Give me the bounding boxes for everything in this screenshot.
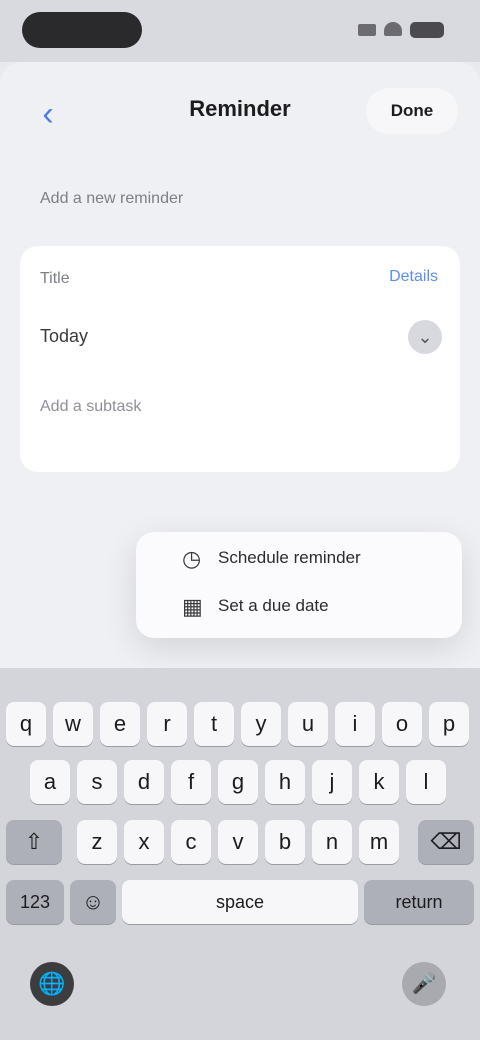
status-bar <box>0 0 480 62</box>
key-l[interactable]: l <box>406 760 446 804</box>
globe-icon[interactable]: 🌐 <box>30 962 74 1006</box>
key-m[interactable]: m <box>359 820 399 864</box>
key-t[interactable]: t <box>194 702 234 746</box>
battery-icon <box>410 22 444 38</box>
space-key[interactable]: space <box>122 880 358 924</box>
key-g[interactable]: g <box>218 760 258 804</box>
key-s[interactable]: s <box>77 760 117 804</box>
calendar-icon: ▦ <box>182 594 203 619</box>
section-label: Add a new reminder <box>40 190 184 207</box>
context-menu: ◷ Schedule reminder ▦ Set a due date <box>136 532 462 638</box>
key-v[interactable]: v <box>218 820 258 864</box>
return-key[interactable]: return <box>364 880 474 924</box>
menu-item-label: Schedule reminder <box>218 548 361 567</box>
key-n[interactable]: n <box>312 820 352 864</box>
microphone-icon[interactable]: 🎤 <box>402 962 446 1006</box>
key-e[interactable]: e <box>100 702 140 746</box>
wifi-icon <box>384 22 402 36</box>
date-row[interactable]: Today ⌄ <box>20 306 460 370</box>
key-k[interactable]: k <box>359 760 399 804</box>
menu-item-label: Set a due date <box>218 596 329 615</box>
signal-icon <box>358 24 376 36</box>
key-u[interactable]: u <box>288 702 328 746</box>
modal-sheet: ‹ Reminder Done Add a new reminder Title… <box>0 62 480 668</box>
key-r[interactable]: r <box>147 702 187 746</box>
key-w[interactable]: w <box>53 702 93 746</box>
key-h[interactable]: h <box>265 760 305 804</box>
reminder-card: Title Details Today ⌄ Add a subtask <box>20 246 460 472</box>
key-x[interactable]: x <box>124 820 164 864</box>
details-link[interactable]: Details <box>389 268 438 286</box>
shift-key[interactable]: ⇧ <box>6 820 62 864</box>
navigation-bar: ‹ Reminder Done <box>0 62 480 158</box>
key-b[interactable]: b <box>265 820 305 864</box>
key-p[interactable]: p <box>429 702 469 746</box>
menu-item-due-date[interactable]: ▦ Set a due date <box>136 584 462 630</box>
menu-item-schedule[interactable]: ◷ Schedule reminder <box>136 536 462 582</box>
key-j[interactable]: j <box>312 760 352 804</box>
key-i[interactable]: i <box>335 702 375 746</box>
key-c[interactable]: c <box>171 820 211 864</box>
numbers-key[interactable]: 123 <box>6 880 64 924</box>
key-d[interactable]: d <box>124 760 164 804</box>
key-o[interactable]: o <box>382 702 422 746</box>
chevron-down-icon[interactable]: ⌄ <box>408 320 442 354</box>
predictive-bar <box>0 668 480 692</box>
backspace-key[interactable]: ⌫ <box>418 820 474 864</box>
chevron-left-icon[interactable]: ‹ <box>28 94 68 134</box>
status-icons <box>358 18 450 40</box>
title-label: Title <box>40 270 70 287</box>
key-a[interactable]: a <box>30 760 70 804</box>
key-f[interactable]: f <box>171 760 211 804</box>
subtask-row[interactable]: Add a subtask <box>20 386 460 442</box>
subtask-label: Add a subtask <box>40 398 142 415</box>
done-button[interactable]: Done <box>366 88 458 134</box>
page-title: Reminder <box>189 96 291 121</box>
date-label: Today <box>40 326 89 346</box>
dynamic-island <box>22 12 142 48</box>
clock-icon: ◷ <box>182 546 202 571</box>
key-z[interactable]: z <box>77 820 117 864</box>
emoji-key[interactable]: ☺ <box>70 880 116 924</box>
key-y[interactable]: y <box>241 702 281 746</box>
key-q[interactable]: q <box>6 702 46 746</box>
